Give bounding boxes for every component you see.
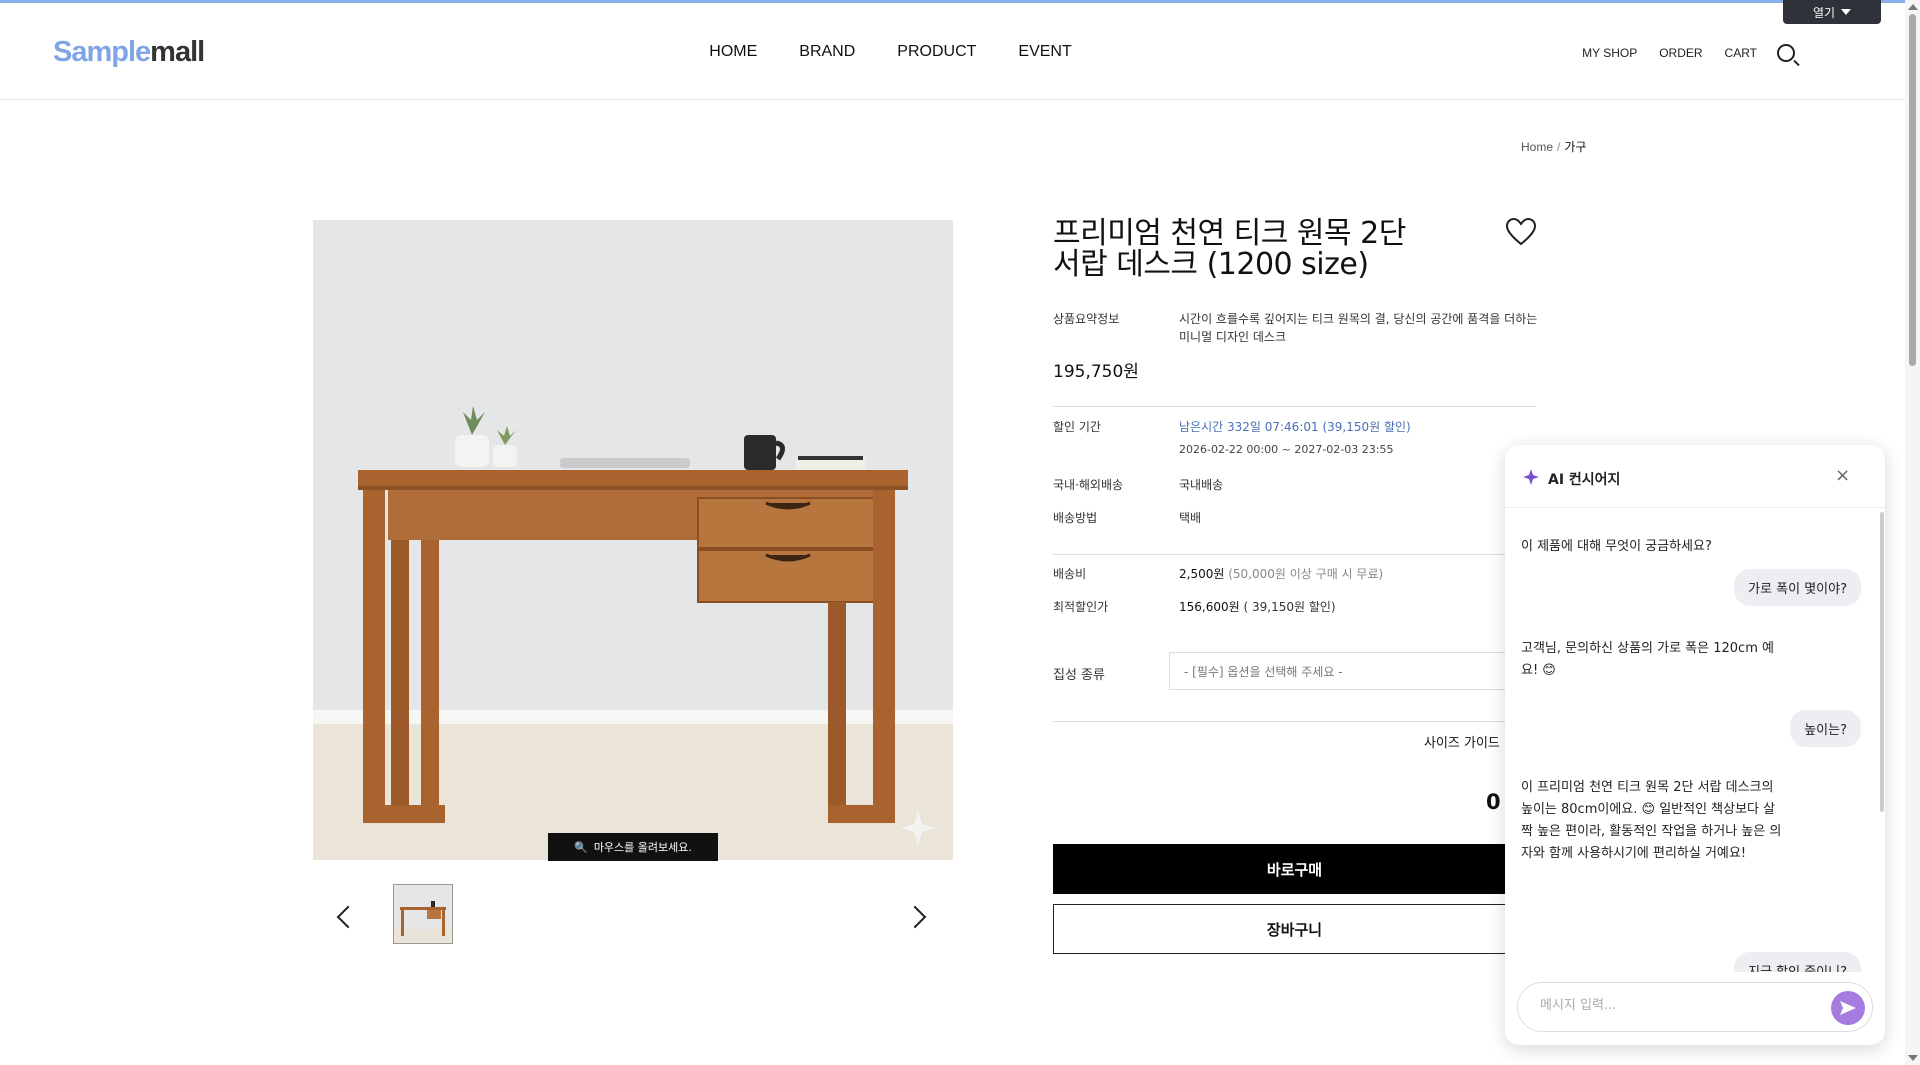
- size-guide-link[interactable]: 사이즈 가이드: [1424, 732, 1500, 751]
- discount-period: 2026-02-22 00:00 ~ 2027-02-03 23:55: [1179, 443, 1394, 456]
- divider: [1053, 554, 1536, 555]
- thumbnail-desk-icon: [394, 885, 452, 943]
- search-icon[interactable]: [1777, 44, 1795, 62]
- chat-messages[interactable]: 이 제품에 대해 무엇이 궁금하세요? 가로 폭이 몇이야? 고객님, 문의하신…: [1505, 507, 1877, 972]
- ship-scope-label: 국내·해외배송: [1053, 478, 1124, 492]
- sparkle-icon: [1523, 469, 1539, 489]
- send-icon[interactable]: [1831, 991, 1865, 1025]
- nav-brand[interactable]: BRAND: [799, 43, 855, 61]
- breadcrumb-separator: /: [1557, 140, 1561, 154]
- util-my-shop[interactable]: MY SHOP: [1582, 46, 1637, 60]
- ai-concierge-panel: AI 컨시어지 × 이 제품에 대해 무엇이 궁금하세요? 가로 폭이 몇이야?…: [1505, 445, 1885, 1045]
- magnifier-icon: 🔍: [574, 840, 588, 854]
- product-thumbnail[interactable]: [393, 884, 453, 944]
- best-price-label: 최적할인가: [1053, 600, 1109, 614]
- zoom-hint-text: 마우스를 올려보세요.: [593, 841, 692, 854]
- breadcrumb: Home / 가구: [1521, 138, 1586, 155]
- product-title: 프리미엄 천연 티크 원목 2단 서랍 데스크 (1200 size): [1053, 216, 1406, 282]
- zoom-hint: 🔍 마우스를 올려보세요.: [548, 833, 718, 861]
- user-message: 지금 할인 중이니?: [1734, 952, 1861, 972]
- product-main-image[interactable]: [313, 220, 953, 860]
- nav-event[interactable]: EVENT: [1018, 43, 1071, 61]
- ship-fee-value: 2,500원: [1179, 567, 1225, 581]
- breadcrumb-home[interactable]: Home: [1521, 140, 1553, 154]
- scroll-down-icon[interactable]: [1908, 1055, 1918, 1061]
- chat-scrollbar[interactable]: [1880, 512, 1884, 812]
- nav-product[interactable]: PRODUCT: [897, 43, 976, 61]
- ai-message: 고객님, 문의하신 상품의 가로 폭은 120cm 예요! 😊: [1521, 641, 1774, 678]
- wishlist-heart-icon[interactable]: [1505, 217, 1537, 250]
- chat-header: AI 컨시어지 ×: [1505, 445, 1885, 508]
- ai-message: 이 프리미엄 천연 티크 원목 2단 서랍 데스크의 높이는 80cm이에요. …: [1521, 780, 1782, 861]
- util-cart[interactable]: CART: [1725, 46, 1757, 60]
- summary-label: 상품요약정보: [1053, 312, 1120, 326]
- chat-message-input[interactable]: [1538, 997, 1812, 1014]
- scrollbar-thumb[interactable]: [1909, 14, 1916, 366]
- util-order[interactable]: ORDER: [1659, 46, 1702, 60]
- ship-fee: 2,500원 (50,000원 이상 구매 시 무료): [1179, 565, 1383, 582]
- add-to-cart-button[interactable]: 장바구니: [1053, 904, 1536, 954]
- ship-scope-value: 국내배송: [1179, 478, 1224, 492]
- total-price: 0: [1486, 790, 1501, 814]
- breadcrumb-current[interactable]: 가구: [1564, 140, 1586, 154]
- divider: [1053, 721, 1536, 722]
- divider: [1053, 406, 1536, 407]
- desk-illustration: [313, 220, 953, 860]
- page-scrollbar[interactable]: [1905, 0, 1920, 1065]
- utility-nav: MY SHOP ORDER CART: [1582, 44, 1795, 62]
- buy-now-button[interactable]: 바로구매: [1053, 844, 1536, 894]
- best-price-note: ( 39,150원 할인): [1243, 600, 1336, 614]
- ai-message: 이 제품에 대해 무엇이 궁금하세요?: [1521, 539, 1712, 554]
- user-message: 가로 폭이 몇이야?: [1734, 569, 1861, 606]
- discount-remaining: 남은시간 332일 07:46:01 (39,150원 할인): [1179, 420, 1411, 434]
- best-price: 156,600원 ( 39,150원 할인): [1179, 598, 1336, 615]
- discount-label: 할인 기간: [1053, 420, 1101, 434]
- scroll-up-icon[interactable]: [1908, 4, 1918, 10]
- site-header: Samplemall HOME BRAND PRODUCT EVENT MY S…: [0, 3, 1905, 100]
- ship-method-value: 택배: [1179, 511, 1202, 525]
- option-select[interactable]: - [필수] 옵션을 선택해 주세요 -: [1169, 652, 1509, 690]
- gallery-prev-arrow-icon[interactable]: [336, 905, 360, 929]
- chat-title: AI 컨시어지: [1548, 472, 1621, 488]
- option-select-placeholder: - [필수] 옵션을 선택해 주세요 -: [1184, 664, 1343, 679]
- gallery-next-arrow-icon[interactable]: [903, 905, 927, 929]
- close-icon[interactable]: ×: [1835, 465, 1850, 486]
- chat-input-box: [1517, 982, 1873, 1032]
- nav-home[interactable]: HOME: [709, 43, 757, 61]
- option-label: 집성 종류: [1053, 668, 1105, 683]
- user-message: 높이는?: [1790, 710, 1861, 747]
- ship-fee-label: 배송비: [1053, 567, 1087, 581]
- ship-method-label: 배송방법: [1053, 511, 1098, 525]
- ship-fee-note: (50,000원 이상 구매 시 무료): [1228, 567, 1384, 581]
- product-price: 195,750원: [1053, 362, 1139, 382]
- summary-text: 시간이 흐를수록 깊어지는 티크 원목의 결, 당신의 공간에 품격을 더하는 …: [1179, 312, 1538, 344]
- best-price-value: 156,600원: [1179, 600, 1240, 614]
